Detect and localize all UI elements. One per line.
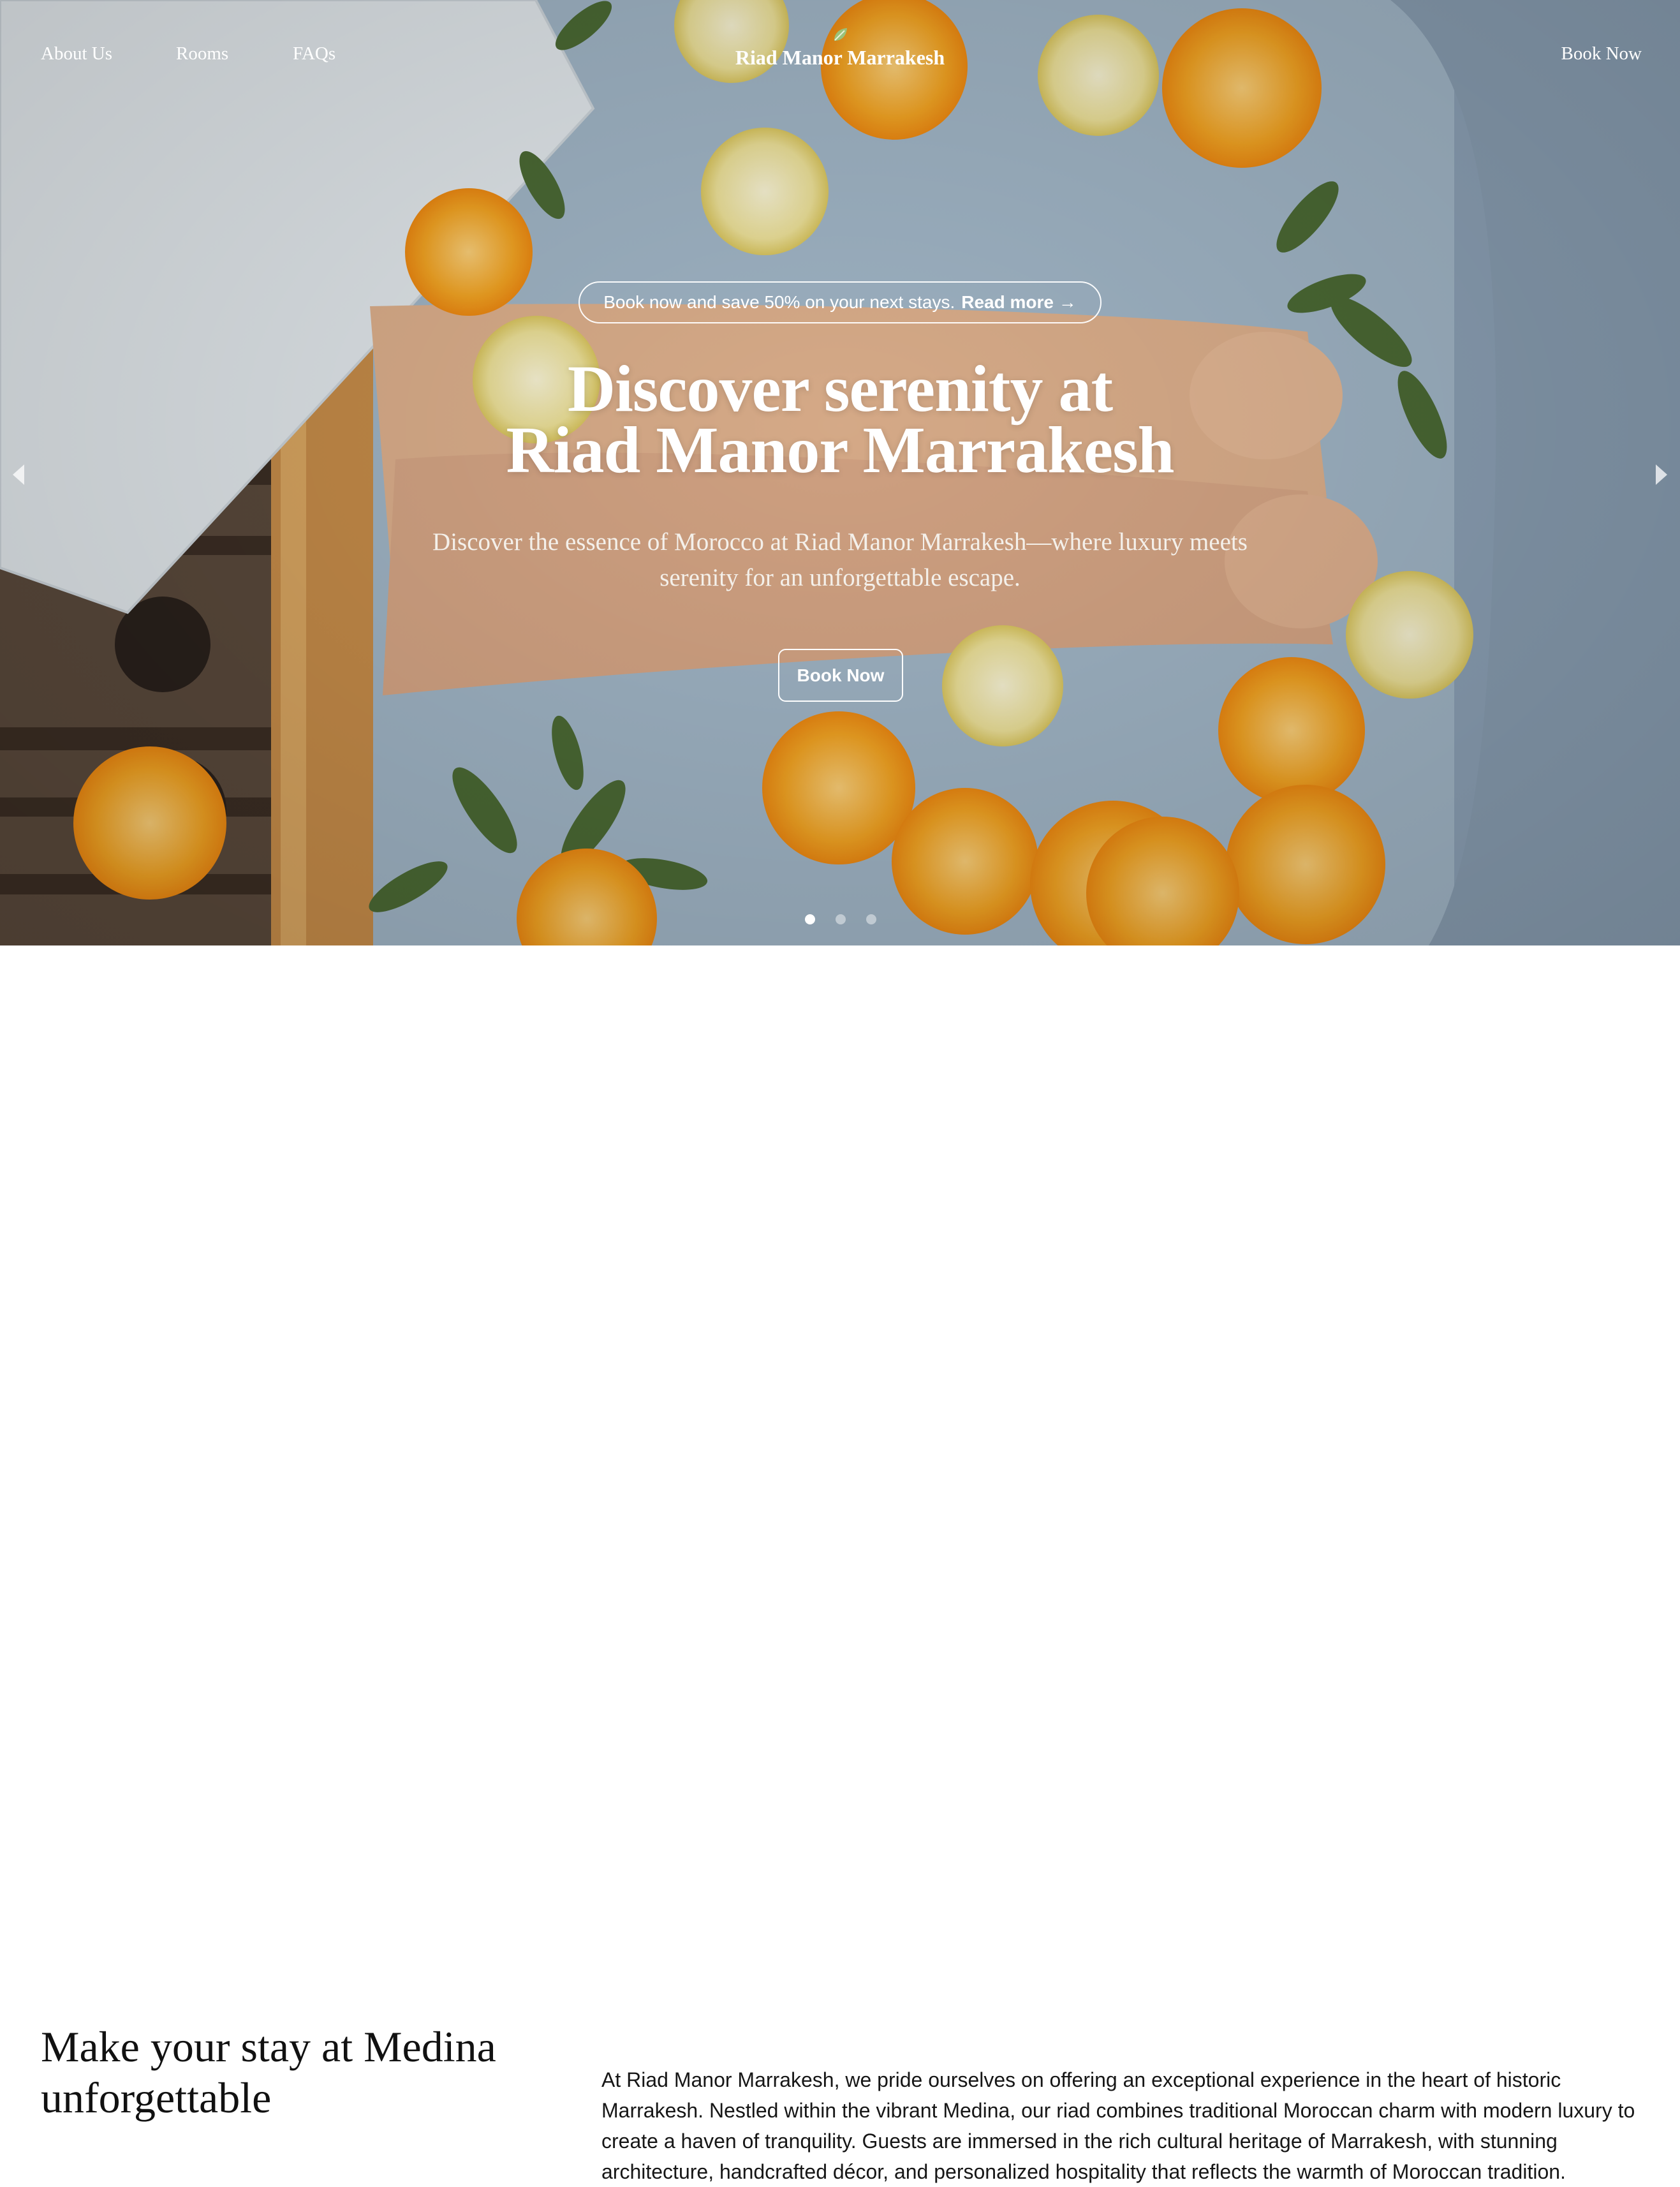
intro-title: Make your stay at Medina unforgettable: [41, 2022, 496, 2122]
leaf-icon: [834, 28, 847, 41]
hero-title-line-2: Riad Manor Marrakesh: [506, 413, 1175, 487]
carousel-dot-3[interactable]: [866, 914, 876, 924]
promo-banner[interactable]: Book now and save 50% on your next stays…: [578, 281, 1102, 323]
brand-logo[interactable]: Riad Manor Marrakesh: [676, 26, 1004, 70]
hero-book-now-button[interactable]: Book Now: [778, 649, 903, 702]
carousel-dot-2[interactable]: [836, 914, 846, 924]
promo-read-more-link[interactable]: Read more →: [961, 292, 1077, 313]
hero-title-line-1: Discover serenity at: [567, 352, 1113, 426]
hero-section: About Us Rooms FAQs Riad Manor Marrakesh…: [0, 0, 1680, 945]
hero-title: Discover serenity at Riad Manor Marrakes…: [394, 352, 1286, 487]
carousel-prev-arrow-icon[interactable]: [13, 464, 24, 485]
nav-rooms[interactable]: Rooms: [176, 43, 228, 64]
promo-text: Book now and save 50% on your next stays…: [603, 292, 955, 312]
intro-section: Make your stay at Medina unforgettable A…: [0, 945, 1680, 2183]
brand-name: Riad Manor Marrakesh: [735, 46, 945, 69]
nav-about-us[interactable]: About Us: [41, 43, 112, 64]
intro-paragraph: At Riad Manor Marrakesh, we pride oursel…: [601, 2068, 1635, 2183]
carousel-dot-1[interactable]: [805, 914, 815, 924]
nav-faqs[interactable]: FAQs: [293, 43, 335, 64]
hero-subtitle: Discover the essence of Morocco at Riad …: [432, 528, 1248, 591]
carousel-next-arrow-icon[interactable]: [1656, 464, 1667, 485]
carousel-indicators: [805, 914, 876, 924]
nav-book-now[interactable]: Book Now: [1561, 43, 1642, 64]
